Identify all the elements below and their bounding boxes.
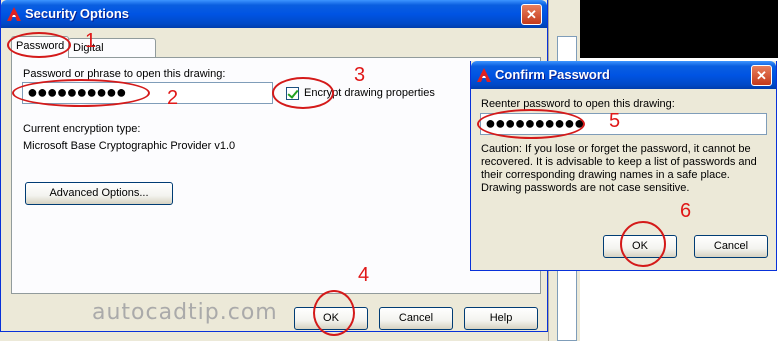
password-input[interactable]: ●●●●●●●●●● (22, 82, 273, 104)
tab-password-label: Password (16, 40, 65, 52)
security-dialog-title: Security Options (25, 6, 130, 21)
security-cancel-button[interactable]: Cancel (379, 307, 453, 330)
background-dark-area (580, 0, 778, 58)
watermark-text: autocadtip.com (92, 300, 278, 325)
security-titlebar[interactable]: Security Options ✕ (1, 0, 547, 28)
autocad-a-icon (7, 7, 21, 21)
encryption-type-label: Current encryption type: (23, 123, 141, 135)
tab-password[interactable]: Password (11, 36, 69, 58)
encryption-type-value: Microsoft Base Cryptographic Provider v1… (23, 140, 236, 152)
confirm-close-button[interactable]: ✕ (751, 65, 772, 86)
autocad-a-icon (477, 68, 491, 82)
security-close-button[interactable]: ✕ (521, 4, 542, 25)
reenter-password-input[interactable]: ●●●●●●●●●● (480, 113, 767, 135)
annotation-number-4: 4 (358, 264, 370, 286)
close-icon: ✕ (526, 7, 537, 22)
annotation-number-6: 6 (680, 200, 692, 222)
close-icon: ✕ (756, 68, 767, 83)
confirm-titlebar[interactable]: Confirm Password ✕ (471, 61, 776, 89)
reenter-password-label: Reenter password to open this drawing: (481, 98, 675, 110)
annotation-number-2: 2 (167, 87, 179, 109)
encrypt-properties-checkbox[interactable] (286, 87, 299, 100)
confirm-password-dialog: Confirm Password ✕ Reenter password to o… (470, 61, 777, 271)
annotation-number-3: 3 (354, 64, 366, 86)
encrypt-properties-label: Encrypt drawing properties (304, 87, 435, 99)
security-ok-button[interactable]: OK (294, 307, 368, 330)
advanced-options-button[interactable]: Advanced Options... (25, 182, 173, 205)
confirm-dialog-title: Confirm Password (495, 67, 610, 82)
tab-digital-signature[interactable]: Digital Signature (68, 38, 156, 72)
security-help-button[interactable]: Help (464, 307, 538, 330)
password-label: Password or phrase to open this drawing: (23, 68, 226, 80)
confirm-cancel-button[interactable]: Cancel (694, 235, 768, 258)
caution-text: Caution: If you lose or forget the passw… (481, 143, 757, 194)
confirm-ok-button[interactable]: OK (603, 235, 677, 258)
security-options-dialog: Security Options ✕ Password Digital Sign… (0, 0, 548, 332)
background-bottom-strip (0, 331, 548, 341)
annotation-number-1: 1 (85, 30, 97, 52)
password-tab-panel: Password or phrase to open this drawing:… (11, 57, 541, 294)
annotation-number-5: 5 (609, 110, 621, 132)
